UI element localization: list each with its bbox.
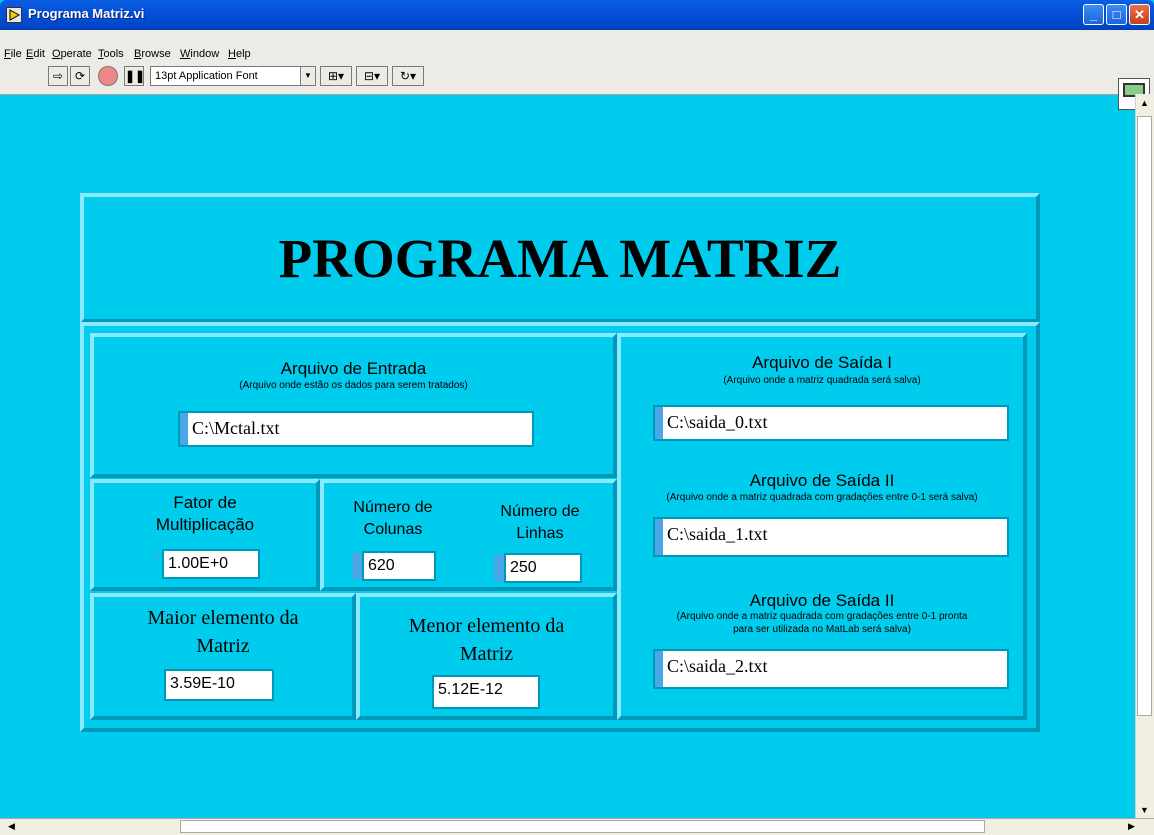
saida2-label: Arquivo de Saída II <box>749 471 895 490</box>
menu-file[interactable]: File <box>4 48 22 60</box>
menor-panel: Menor elemento da Matriz 5.12E-12 <box>356 593 617 720</box>
menu-operate[interactable]: Operate <box>52 48 92 60</box>
saida3-note-line2: para ser utilizada no MatLab será salva) <box>733 624 911 635</box>
saida1-note: (Arquivo onde a matriz quadrada será sal… <box>723 375 921 386</box>
linhas-stepper-icon[interactable] <box>494 555 504 581</box>
scroll-up-icon[interactable]: ▲ <box>1140 98 1149 108</box>
saida-panel: Arquivo de Saída I (Arquivo onde a matri… <box>617 333 1027 720</box>
run-continuously-icon[interactable]: ⟳ <box>70 66 90 86</box>
distribute-objects-icon[interactable]: ⊟▾ <box>356 66 388 86</box>
linhas-label-line1: Número de <box>500 503 580 520</box>
maior-indicator: 3.59E-10 <box>164 669 274 701</box>
run-arrow-icon[interactable]: ⇨ <box>48 66 68 86</box>
title-bar: Programa Matriz.vi _ □ ✕ <box>0 0 1154 30</box>
saida1-path-input[interactable]: C:\saida_0.txt <box>653 405 1009 441</box>
scroll-left-icon[interactable]: ◀ <box>8 821 15 832</box>
minimize-button[interactable]: _ <box>1083 4 1104 25</box>
horizontal-scrollbar[interactable]: ◀ ▶ <box>0 818 1154 835</box>
entrada-panel: Arquivo de Entrada (Arquivo onde estão o… <box>90 333 617 478</box>
path-tag-icon <box>655 651 663 687</box>
saida3-path-input[interactable]: C:\saida_2.txt <box>653 649 1009 689</box>
saida2-path-input[interactable]: C:\saida_1.txt <box>653 517 1009 557</box>
menu-browse[interactable]: Browse <box>134 48 171 60</box>
entrada-path-input[interactable]: C:\Mctal.txt <box>178 411 534 447</box>
horizontal-scroll-thumb[interactable] <box>180 820 985 833</box>
entrada-label: Arquivo de Entrada <box>280 359 427 378</box>
path-tag-icon <box>655 407 663 439</box>
reorder-icon[interactable]: ↻▾ <box>392 66 424 86</box>
colunas-label-line1: Número de <box>353 499 433 516</box>
vertical-scrollbar[interactable]: ▲ ▼ <box>1135 94 1154 819</box>
window-title: Programa Matriz.vi <box>28 6 145 21</box>
saida1-label: Arquivo de Saída I <box>752 353 892 372</box>
title-panel: PROGRAMA MATRIZ <box>80 193 1040 323</box>
path-tag-icon <box>180 413 188 445</box>
saida3-path-value: C:\saida_2.txt <box>667 656 768 676</box>
chevron-down-icon: ▼ <box>300 67 315 85</box>
scroll-down-icon[interactable]: ▼ <box>1140 805 1149 815</box>
linhas-label-line2: Linhas <box>516 525 564 542</box>
close-button[interactable]: ✕ <box>1129 4 1150 25</box>
saida2-note: (Arquivo onde a matriz quadrada com grad… <box>666 492 978 503</box>
menu-toolbar-area: File Edit Operate Tools Browse Window He… <box>0 30 1154 110</box>
colunas-stepper-icon[interactable] <box>352 553 362 579</box>
page-title: PROGRAMA MATRIZ <box>278 228 842 289</box>
font-select[interactable]: 13pt Application Font ▼ <box>150 66 316 86</box>
align-objects-icon[interactable]: ⊞▾ <box>320 66 352 86</box>
fator-input[interactable]: 1.00E+0 <box>162 549 260 579</box>
fator-label-line2: Multiplicação <box>155 515 255 534</box>
maior-panel: Maior elemento da Matriz 3.59E-10 <box>90 593 356 720</box>
labview-vi-icon <box>6 7 22 23</box>
entrada-path-value: C:\Mctal.txt <box>192 418 280 438</box>
linhas-input[interactable]: 250 <box>504 553 582 583</box>
menu-window[interactable]: Window <box>180 48 219 60</box>
scroll-right-icon[interactable]: ▶ <box>1128 821 1135 832</box>
maximize-button[interactable]: □ <box>1106 4 1127 25</box>
vertical-scroll-thumb[interactable] <box>1137 116 1152 716</box>
path-tag-icon <box>655 519 663 555</box>
entrada-note: (Arquivo onde estão os dados para serem … <box>239 380 468 391</box>
menor-label-line2: Matriz <box>459 643 514 665</box>
saida3-note-line1: (Arquivo onde a matriz quadrada com grad… <box>676 611 968 622</box>
fator-panel: Fator de Multiplicação ⇳ 1.00E+0 <box>90 479 320 591</box>
maior-label-line1: Maior elemento da <box>147 607 299 629</box>
fator-stepper-icon[interactable]: ⇳ <box>150 545 162 571</box>
fator-label-line1: Fator de <box>173 493 237 512</box>
colunas-input[interactable]: 620 <box>362 551 436 581</box>
menu-tools[interactable]: Tools <box>98 48 124 60</box>
pause-icon[interactable]: ❚❚ <box>124 66 145 86</box>
dimensions-panel: Número de Colunas 620 Número de Linhas 2… <box>320 479 617 591</box>
saida3-label: Arquivo de Saída II <box>749 591 895 610</box>
abort-icon[interactable] <box>98 66 118 86</box>
font-select-value: 13pt Application Font <box>155 70 258 82</box>
menu-help[interactable]: Help <box>228 48 251 60</box>
maior-label-line2: Matriz <box>196 635 250 657</box>
menor-indicator: 5.12E-12 <box>432 675 540 709</box>
menu-edit[interactable]: Edit <box>26 48 45 60</box>
colunas-label-line2: Colunas <box>363 521 423 538</box>
saida2-path-value: C:\saida_1.txt <box>667 524 768 544</box>
saida1-path-value: C:\saida_0.txt <box>667 412 768 432</box>
menor-label-line1: Menor elemento da <box>408 615 565 637</box>
